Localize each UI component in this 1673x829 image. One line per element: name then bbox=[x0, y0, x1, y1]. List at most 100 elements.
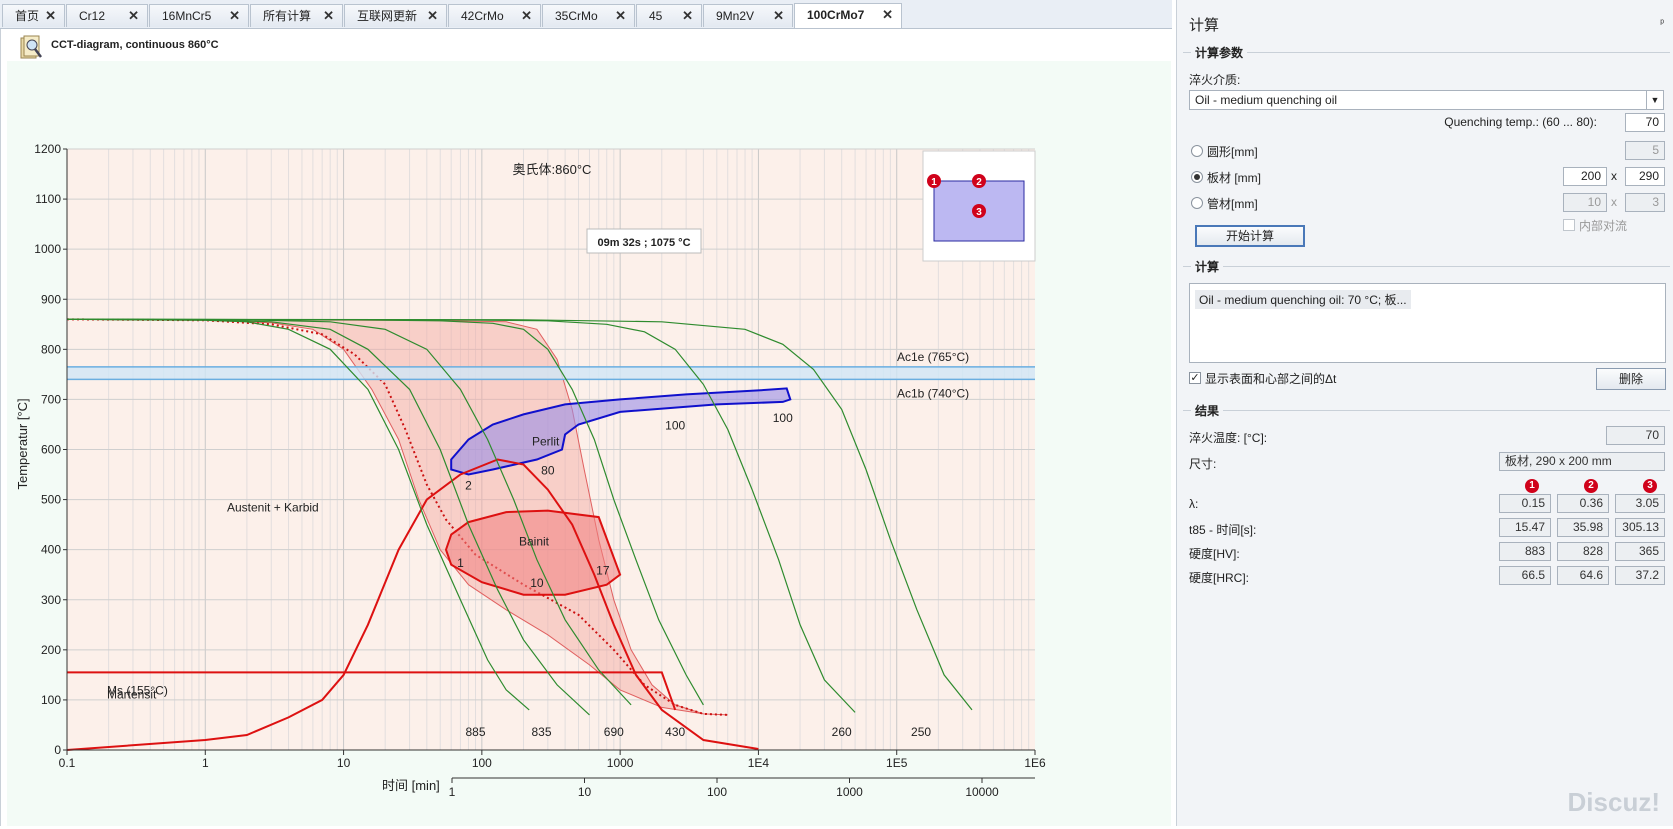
percent-label: 10 bbox=[530, 576, 544, 590]
close-icon[interactable]: ✕ bbox=[521, 5, 532, 27]
results-group: 结果 淬火温度: [°C]: 70 尺寸: 板材, 290 x 200 mm 1… bbox=[1183, 402, 1670, 591]
chart-title: 奥氏体:860°C bbox=[513, 162, 592, 177]
result-row-label: 硬度[HV]: bbox=[1189, 547, 1240, 561]
inner-flow-checkbox[interactable] bbox=[1563, 219, 1575, 231]
round-radio[interactable] bbox=[1191, 145, 1203, 157]
result-cell: 883 bbox=[1499, 542, 1551, 561]
tab-35crmo[interactable]: 35CrMo ✕ bbox=[542, 4, 635, 27]
tab-label: 100CrMo7 bbox=[807, 8, 865, 22]
tab-label: 互联网更新 bbox=[357, 9, 418, 23]
tab-9mn2v[interactable]: 9Mn2V ✕ bbox=[703, 4, 793, 27]
tab-100crmo7[interactable]: 100CrMo7 ✕ bbox=[794, 3, 902, 28]
ac1e-label: Ac1e (765°C) bbox=[897, 350, 969, 364]
x2-tick-label: 10 bbox=[578, 785, 592, 799]
y-tick-label: 100 bbox=[41, 693, 61, 707]
result-cell: 828 bbox=[1557, 542, 1609, 561]
y-tick-label: 700 bbox=[41, 392, 61, 406]
close-icon[interactable]: ✕ bbox=[427, 5, 438, 27]
x2-tick-label: 1 bbox=[449, 785, 456, 799]
hardness-label: 835 bbox=[531, 725, 551, 739]
ac1b-label: Ac1b (740°C) bbox=[897, 386, 969, 400]
x-tick-label: 1 bbox=[202, 756, 209, 770]
cct-chart[interactable]: 0100200300400500600700800900100011001200… bbox=[7, 61, 1171, 826]
close-icon[interactable]: ✕ bbox=[45, 5, 56, 27]
quench-temp-input[interactable]: 70 bbox=[1625, 113, 1665, 132]
close-icon[interactable]: ✕ bbox=[128, 5, 139, 27]
result-cell: 3.05 bbox=[1615, 494, 1665, 513]
show-delta-checkbox[interactable]: ✓ bbox=[1189, 372, 1201, 384]
close-icon[interactable]: ✕ bbox=[882, 4, 893, 26]
start-calculation-button[interactable]: 开始计算 bbox=[1195, 225, 1305, 247]
x2-tick-label: 100 bbox=[707, 785, 727, 799]
y-tick-label: 900 bbox=[41, 292, 61, 306]
tube-wall-input[interactable]: 3 bbox=[1625, 193, 1665, 212]
cct-chart-area: 0 100 200 300 400 500 600 700 800 900 1000 1100 1200… bbox=[7, 61, 1171, 826]
y-tick-label: 0 bbox=[54, 743, 61, 757]
percent-label: 80 bbox=[541, 464, 555, 478]
x-tick-label: 1E4 bbox=[748, 756, 770, 770]
y-tick-label: 300 bbox=[41, 593, 61, 607]
result-cell: 0.36 bbox=[1557, 494, 1609, 513]
close-icon[interactable]: ✕ bbox=[229, 5, 240, 27]
tab-label: 45 bbox=[649, 9, 663, 23]
tube-outer-input[interactable]: 10 bbox=[1563, 193, 1607, 212]
result-cell: 66.5 bbox=[1499, 566, 1551, 585]
inner-flow-label: 内部对流 bbox=[1579, 219, 1628, 233]
result-size-value: 板材, 290 x 200 mm bbox=[1499, 452, 1665, 471]
plate-height-input[interactable]: 290 bbox=[1625, 167, 1665, 186]
tab-cr12[interactable]: Cr12 ✕ bbox=[66, 4, 148, 27]
austenit-karbid-label: Austenit + Karbid bbox=[227, 501, 319, 515]
y-tick-label: 1100 bbox=[35, 192, 61, 206]
x2-tick-label: 1000 bbox=[836, 785, 863, 799]
hardness-label: 430 bbox=[665, 725, 685, 739]
plate-radio[interactable] bbox=[1191, 171, 1203, 183]
tab-internet-update[interactable]: 互联网更新 ✕ bbox=[344, 4, 447, 27]
show-delta-label: 显示表面和心部之间的Δt bbox=[1205, 372, 1337, 386]
y-tick-label: 400 bbox=[41, 543, 61, 557]
tube-radio[interactable] bbox=[1191, 197, 1203, 209]
chevron-down-icon[interactable]: ▼ bbox=[1646, 91, 1663, 109]
tab-home[interactable]: 首页 ✕ bbox=[2, 4, 65, 27]
y-tick-label: 500 bbox=[41, 493, 61, 507]
tab-label: Cr12 bbox=[79, 9, 106, 23]
pin-icon[interactable]: ᵖ bbox=[1660, 18, 1664, 29]
close-icon[interactable]: ✕ bbox=[773, 5, 784, 27]
result-cell: 35.98 bbox=[1557, 518, 1609, 537]
close-icon[interactable]: ✕ bbox=[323, 5, 334, 27]
document-pane: CCT-diagram, continuous 860°C 0 100 200 300… bbox=[0, 29, 1173, 826]
calculation-panel: 计算 ᵖ 计算参数 淬火介质: Oil - medium quenching o… bbox=[1176, 0, 1673, 826]
calc-list[interactable]: Oil - medium quenching oil: 70 °C; 板... bbox=[1189, 283, 1666, 363]
medium-label: 淬火介质: bbox=[1189, 73, 1241, 87]
tab-16mncr5[interactable]: 16MnCr5 ✕ bbox=[149, 4, 249, 27]
delete-button[interactable]: 删除 bbox=[1596, 368, 1666, 390]
document-title: CCT-diagram, continuous 860°C bbox=[51, 39, 219, 51]
calc-list-item[interactable]: Oil - medium quenching oil: 70 °C; 板... bbox=[1195, 290, 1411, 309]
tab-label: 42CrMo bbox=[461, 9, 504, 23]
perlit-label: Perlit bbox=[532, 434, 560, 448]
x-tick-label: 1E5 bbox=[886, 756, 908, 770]
tab-label: 首页 bbox=[15, 9, 40, 23]
x-axis-title: 时间 [min] bbox=[382, 778, 440, 793]
magnifier-document-icon bbox=[20, 35, 42, 59]
round-label: 圆形[mm] bbox=[1207, 145, 1258, 159]
plate-width-input[interactable]: 200 bbox=[1563, 167, 1607, 186]
medium-select[interactable]: Oil - medium quenching oil ▼ bbox=[1189, 90, 1664, 110]
plate-label: 板材 [mm] bbox=[1207, 171, 1261, 185]
round-input[interactable]: 5 bbox=[1625, 141, 1665, 160]
result-cell: 0.15 bbox=[1499, 494, 1551, 513]
tab-label: 16MnCr5 bbox=[162, 9, 212, 23]
tab-42crmo[interactable]: 42CrMo ✕ bbox=[448, 4, 541, 27]
y-tick-label: 1200 bbox=[34, 142, 61, 156]
close-icon[interactable]: ✕ bbox=[682, 5, 693, 27]
tab-all-calculations[interactable]: 所有计算 ✕ bbox=[250, 4, 343, 27]
percent-label: 2 bbox=[465, 479, 472, 493]
close-icon[interactable]: ✕ bbox=[615, 5, 626, 27]
times-label: x bbox=[1611, 169, 1617, 183]
percent-label: 17 bbox=[596, 564, 610, 578]
hardness-label: 260 bbox=[832, 725, 852, 739]
result-cell: 64.6 bbox=[1557, 566, 1609, 585]
tab-45[interactable]: 45 ✕ bbox=[636, 4, 702, 27]
point-3-marker: 3 bbox=[1643, 479, 1657, 493]
x-tick-label: 1000 bbox=[607, 756, 634, 770]
y-tick-label: 200 bbox=[41, 643, 61, 657]
